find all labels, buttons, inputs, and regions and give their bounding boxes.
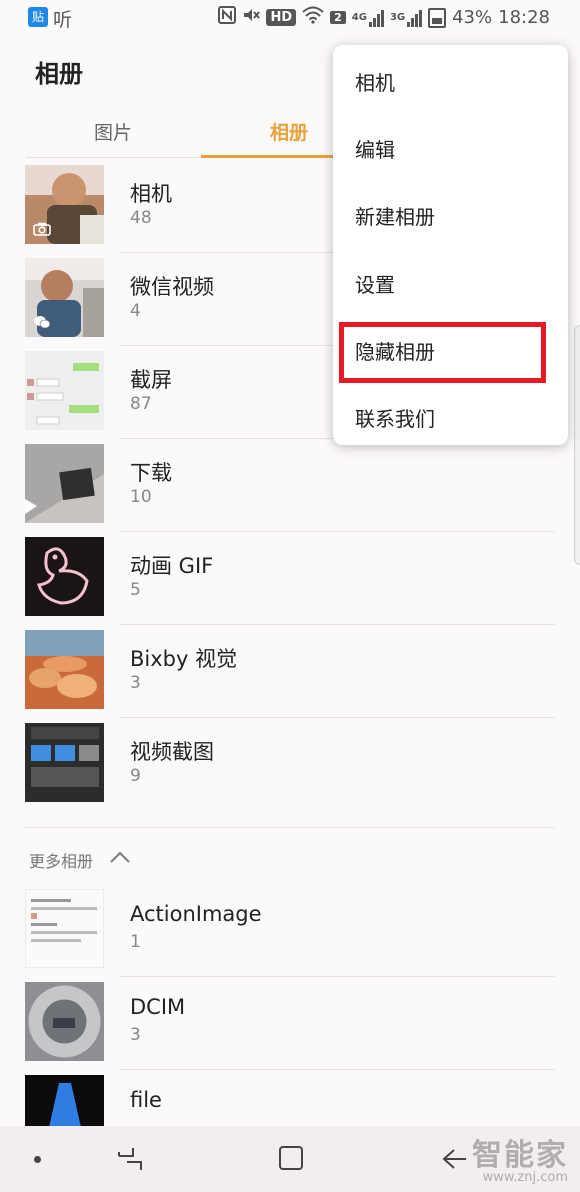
album-count: 1 (130, 932, 141, 952)
album-count: 3 (130, 673, 141, 693)
clock: 18:28 (498, 7, 550, 28)
album-row-animated-gif[interactable]: 动画 GIF 5 (0, 532, 580, 625)
album-count: 4 (130, 301, 141, 321)
back-icon[interactable] (440, 1144, 470, 1174)
camera-icon (33, 222, 51, 236)
battery-percent: 43% (452, 7, 493, 28)
tab-pictures[interactable]: 图片 (94, 118, 132, 145)
wechat-icon (34, 316, 51, 329)
notification-app-icon: 贴 (28, 7, 48, 27)
nfc-icon (218, 6, 237, 29)
album-count: 9 (130, 766, 141, 786)
album-name: 相机 (130, 182, 172, 206)
album-name: Bixby 视觉 (130, 647, 238, 671)
album-count: 10 (130, 487, 152, 507)
edge-panel-handle[interactable] (574, 325, 580, 565)
album-name: 动画 GIF (130, 554, 214, 578)
navigation-bar: 智能家 www.znj.com (0, 1126, 580, 1192)
menu-item-camera[interactable]: 相机 (355, 67, 395, 96)
album-name: file (130, 1088, 162, 1112)
album-thumbnail (25, 630, 104, 709)
wifi-icon (302, 6, 324, 29)
album-row-video-captures[interactable]: 视频截图 9 (0, 718, 580, 811)
status-bar: 贴 听 HD 2 4G 3G 43% 18:28 (0, 0, 580, 36)
more-albums-label: 更多相册 (29, 852, 94, 871)
signal-icon-1 (368, 9, 384, 27)
album-row-actionimage[interactable]: ActionImage 1 (0, 884, 580, 977)
watermark-url: www.znj.com (482, 1170, 568, 1185)
album-name: 下载 (130, 461, 172, 485)
menu-item-new-album[interactable]: 新建相册 (355, 201, 435, 230)
screen: 贴 听 HD 2 4G 3G 43% 18:28 相册 图片 相册 相机 48 … (0, 0, 580, 1192)
tab-albums[interactable]: 相册 (270, 118, 308, 145)
status-icons: HD 2 4G 3G 43% 18:28 (218, 6, 550, 29)
notification-app-text: 听 (53, 9, 73, 31)
more-albums-header[interactable]: 更多相册 (25, 827, 555, 871)
album-count: 3 (130, 1025, 141, 1045)
album-name: 微信视频 (130, 275, 214, 299)
mute-icon (242, 6, 261, 29)
hd-voice-badge: HD (266, 9, 297, 26)
album-name: 截屏 (130, 368, 172, 392)
battery-icon (428, 7, 447, 28)
watermark: 智能家 www.znj.com (472, 1130, 568, 1185)
album-count: 87 (130, 394, 152, 414)
page-title: 相册 (35, 60, 83, 88)
menu-item-contact-us[interactable]: 联系我们 (355, 403, 435, 432)
album-count: 48 (130, 208, 152, 228)
chevron-up-icon[interactable] (109, 850, 131, 864)
album-row-downloads[interactable]: 下载 10 (0, 439, 580, 532)
album-thumbnail (25, 444, 104, 523)
network-type-2: 3G (389, 12, 406, 23)
overflow-menu: 相机 编辑 新建相册 设置 隐藏相册 联系我们 (333, 45, 568, 445)
album-count: 5 (130, 580, 141, 600)
album-thumbnail (25, 258, 104, 337)
menu-item-edit[interactable]: 编辑 (355, 134, 395, 163)
album-name: DCIM (130, 995, 186, 1019)
album-thumbnail (25, 723, 104, 802)
album-name: 视频截图 (130, 740, 214, 764)
album-row-bixby-vision[interactable]: Bixby 视觉 3 (0, 625, 580, 718)
album-row-dcim[interactable]: DCIM 3 (0, 977, 580, 1070)
album-thumbnail (25, 889, 104, 968)
recent-apps-icon[interactable] (115, 1144, 145, 1174)
album-name: ActionImage (130, 902, 262, 926)
sim-badge: 2 (330, 11, 346, 24)
signal-icon-2 (407, 9, 423, 27)
network-type-1: 4G (351, 12, 367, 23)
album-thumbnail (25, 165, 104, 244)
album-thumbnail (25, 351, 104, 430)
highlight-box (339, 322, 546, 383)
nav-dot-icon[interactable] (34, 1156, 41, 1163)
menu-item-settings[interactable]: 设置 (355, 269, 395, 298)
album-thumbnail (25, 537, 104, 616)
home-icon[interactable] (278, 1145, 304, 1171)
album-thumbnail (25, 982, 104, 1061)
watermark-title: 智能家 (472, 1138, 568, 1173)
